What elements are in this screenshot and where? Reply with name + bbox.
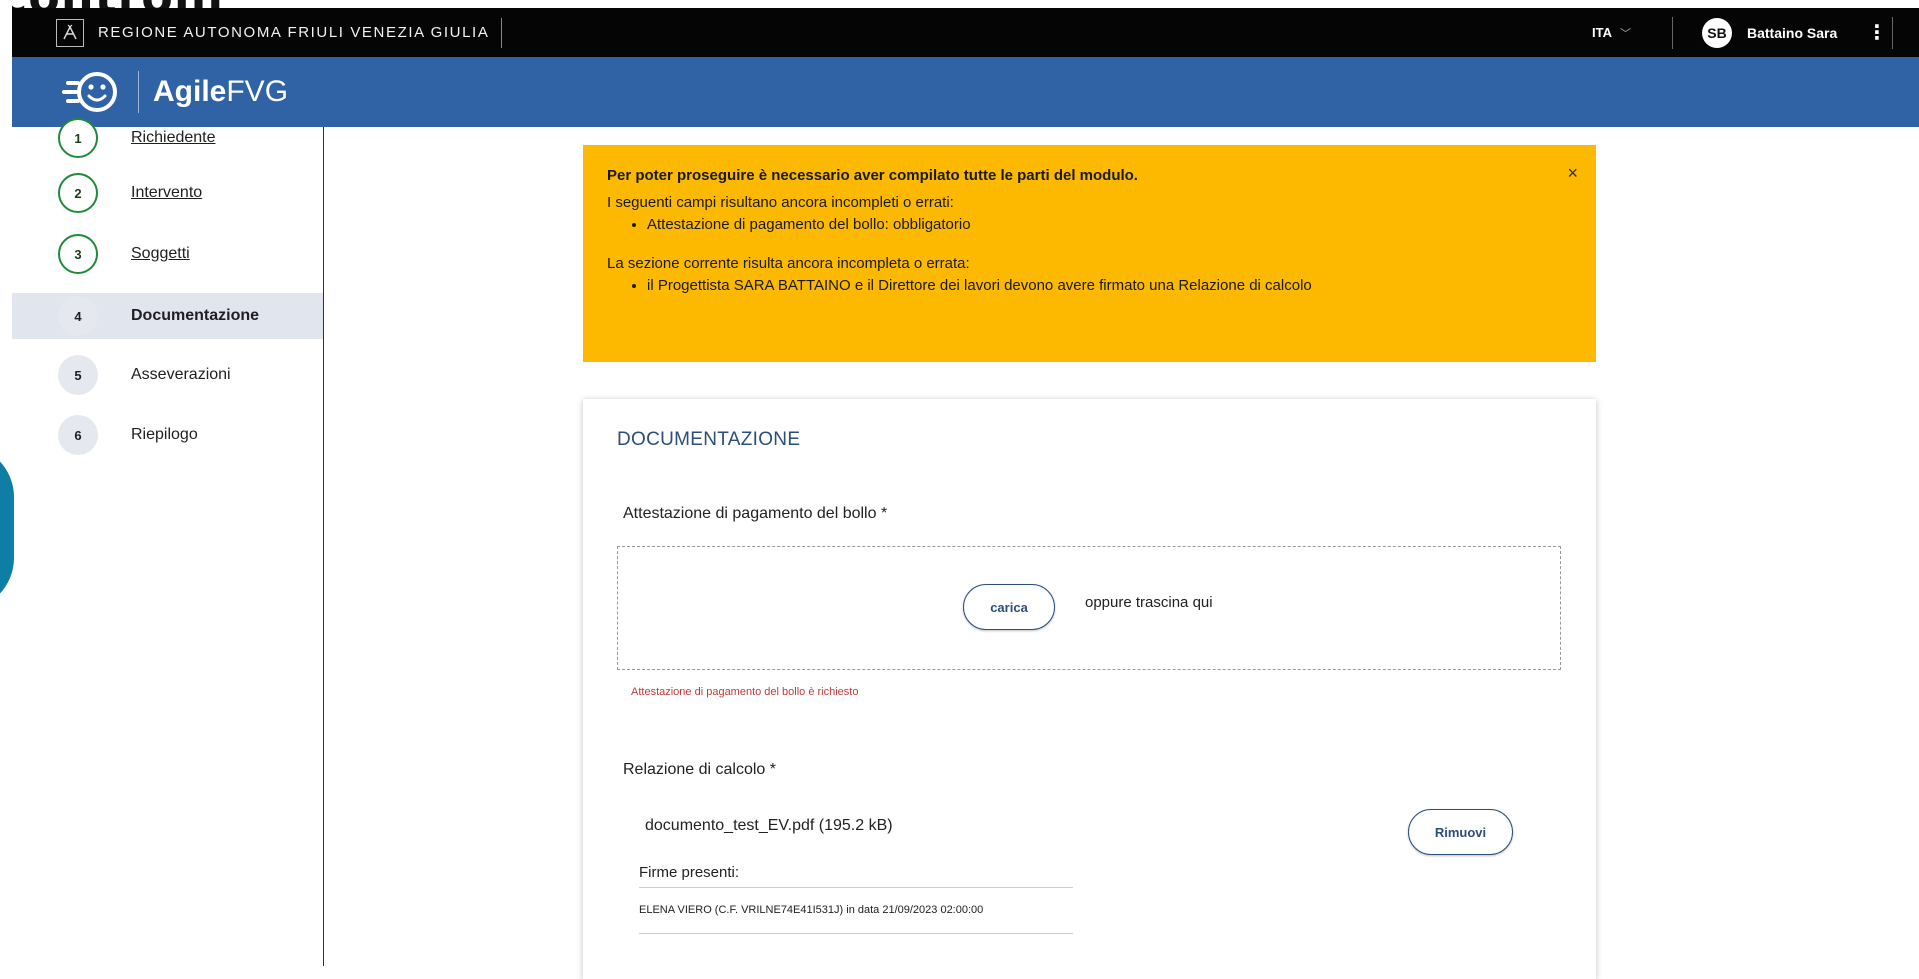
step-number: 6	[58, 415, 98, 455]
signatures-title: Firme presenti:	[639, 864, 740, 881]
documentation-card: DOCUMENTAZIONE Attestazione di pagamento…	[583, 399, 1596, 979]
chevron-down-icon: ﹀	[1619, 27, 1631, 40]
upload-button[interactable]: carica	[963, 584, 1055, 630]
bollo-error-message: Attestazione di pagamento del bollo è ri…	[631, 686, 859, 698]
step-riepilogo[interactable]: 6 Riepilogo	[12, 412, 323, 458]
bollo-dropzone[interactable]: carica oppure trascina qui	[617, 546, 1561, 670]
step-richiedente[interactable]: 1 Richiedente	[12, 115, 323, 161]
step-number: 4	[58, 296, 98, 336]
list-item: Attestazione di pagamento del bollo: obb…	[647, 215, 1572, 235]
step-label: Asseverazioni	[131, 366, 231, 383]
step-number: 5	[58, 355, 98, 395]
step-soggetti[interactable]: 3 Soggetti	[12, 231, 323, 277]
section-title: DOCUMENTAZIONE	[617, 429, 801, 450]
step-label: Documentazione	[131, 307, 260, 324]
language-selector[interactable]: ITA ﹀	[1592, 25, 1631, 41]
language-label: ITA	[1592, 24, 1612, 40]
topbar-divider	[1672, 17, 1673, 49]
alert-incomplete-list: Attestazione di pagamento del bollo: obb…	[607, 215, 1572, 235]
close-icon[interactable]: ×	[1567, 163, 1578, 184]
alert-section-list: il Progettista SARA BATTAINO e il Dirett…	[607, 276, 1572, 296]
topbar-divider	[501, 17, 503, 48]
app-header-divider	[138, 71, 139, 113]
signatures-divider	[639, 933, 1073, 934]
alert-section-intro: La sezione corrente risulta ancora incom…	[607, 255, 970, 272]
agilefvg-logo-icon[interactable]	[62, 67, 122, 117]
step-sidebar: 1 Richiedente 2 Intervento 3 Soggetti 4 …	[12, 118, 324, 966]
top-bar: REGIONE AUTONOMA FRIULI VENEZIA GIULIA I…	[12, 8, 1919, 57]
list-item: il Progettista SARA BATTAINO e il Dirett…	[647, 276, 1572, 296]
step-documentazione[interactable]: 4 Documentazione	[12, 293, 323, 339]
topbar-divider	[1892, 17, 1893, 49]
validation-alert: Per poter proseguire è necessario aver c…	[583, 145, 1596, 362]
user-name[interactable]: Battaino Sara	[1747, 25, 1837, 41]
step-number: 3	[58, 234, 98, 274]
more-menu-icon[interactable]: ⋮	[1867, 20, 1887, 45]
step-number: 2	[58, 173, 98, 213]
app-name[interactable]: AgileFVG	[153, 75, 288, 109]
step-label: Riepilogo	[131, 426, 198, 443]
step-asseverazioni[interactable]: 5 Asseverazioni	[12, 352, 323, 398]
step-label[interactable]: Soggetti	[131, 245, 190, 263]
alert-title: Per poter proseguire è necessario aver c…	[607, 167, 1138, 184]
signature-row: ELENA VIERO (C.F. VRILNE74E41I531J) in d…	[639, 904, 984, 916]
step-number: 1	[58, 118, 98, 158]
drop-hint: oppure trascina qui	[1085, 594, 1213, 611]
step-label[interactable]: Intervento	[131, 184, 202, 202]
signatures-divider	[639, 887, 1073, 888]
remove-file-button[interactable]: Rimuovi	[1408, 809, 1513, 855]
calcolo-field-label: Relazione di calcolo *	[623, 761, 776, 778]
bollo-field-label: Attestazione di pagamento del bollo *	[623, 505, 888, 522]
region-emblem-icon	[56, 18, 84, 47]
step-label[interactable]: Richiedente	[131, 129, 216, 147]
step-intervento[interactable]: 2 Intervento	[12, 170, 323, 216]
alert-incomplete-intro: I seguenti campi risultano ancora incomp…	[607, 194, 954, 211]
region-name[interactable]: REGIONE AUTONOMA FRIULI VENEZIA GIULIA	[98, 24, 489, 41]
user-avatar[interactable]: SB	[1702, 17, 1732, 48]
uploaded-file-name[interactable]: documento_test_EV.pdf (195.2 kB)	[645, 817, 893, 835]
